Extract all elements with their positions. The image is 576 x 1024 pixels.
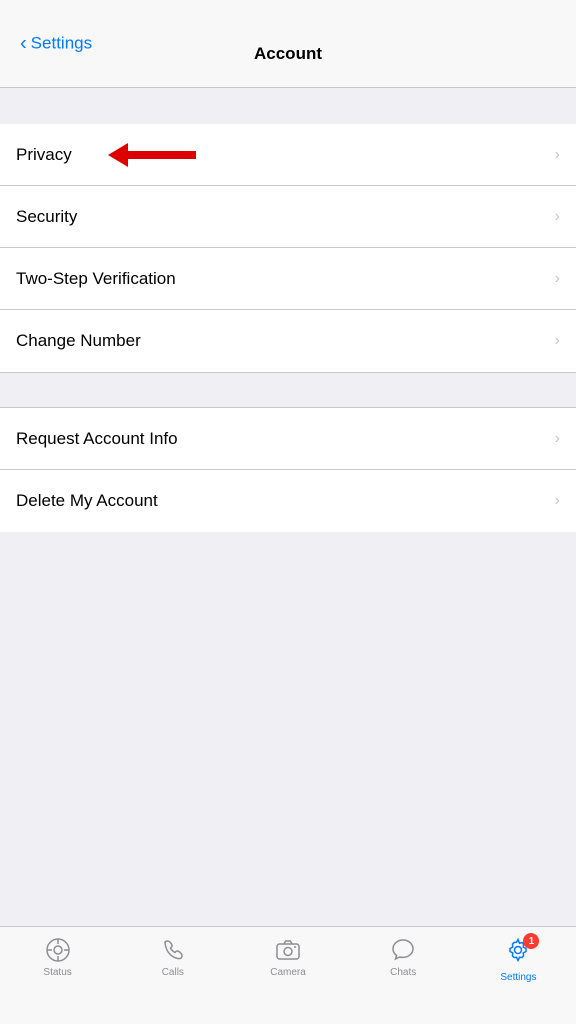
two-step-label: Two-Step Verification [16, 269, 176, 289]
chevron-right-icon: › [555, 270, 560, 288]
tab-bar: Status Calls Camera Chats 1 [0, 926, 576, 1024]
settings-badge: 1 [523, 933, 539, 949]
section-gap-top [0, 88, 576, 124]
tab-camera[interactable]: Camera [230, 937, 345, 978]
request-account-info-label: Request Account Info [16, 429, 178, 449]
back-button[interactable]: ‹ Settings [10, 24, 102, 63]
status-icon [45, 937, 71, 963]
chevron-right-icon: › [555, 492, 560, 510]
two-step-verification-row[interactable]: Two-Step Verification › [0, 248, 576, 310]
chevron-right-icon: › [555, 208, 560, 226]
security-label: Security [16, 207, 77, 227]
content-area: Privacy › Security › Two-Step Verificati… [0, 88, 576, 926]
page-title: Account [254, 44, 322, 64]
privacy-row[interactable]: Privacy › [0, 124, 576, 186]
settings-tab-label: Settings [500, 972, 536, 983]
back-label: Settings [31, 34, 92, 54]
chevron-right-icon: › [555, 332, 560, 350]
calls-tab-label: Calls [162, 967, 184, 978]
camera-icon [275, 937, 301, 963]
request-account-info-row[interactable]: Request Account Info › [0, 408, 576, 470]
section-2: Request Account Info › Delete My Account… [0, 408, 576, 532]
privacy-label: Privacy [16, 145, 72, 165]
chevron-right-icon: › [555, 430, 560, 448]
delete-account-label: Delete My Account [16, 491, 158, 511]
navigation-bar: ‹ Settings Account [0, 0, 576, 88]
change-number-label: Change Number [16, 331, 141, 351]
change-number-row[interactable]: Change Number › [0, 310, 576, 372]
chats-tab-label: Chats [390, 967, 416, 978]
chevron-right-icon: › [555, 146, 560, 164]
tab-chats[interactable]: Chats [346, 937, 461, 978]
tab-status[interactable]: Status [0, 937, 115, 978]
section-gap-middle [0, 372, 576, 408]
back-chevron-icon: ‹ [20, 32, 27, 55]
section-1: Privacy › Security › Two-Step Verificati… [0, 124, 576, 372]
red-arrow-annotation [108, 143, 196, 167]
camera-tab-label: Camera [270, 967, 306, 978]
calls-icon [160, 937, 186, 963]
delete-account-row[interactable]: Delete My Account › [0, 470, 576, 532]
tab-settings[interactable]: 1 Settings [461, 937, 576, 983]
settings-badge-container: 1 [505, 937, 531, 968]
security-row[interactable]: Security › [0, 186, 576, 248]
status-tab-label: Status [43, 967, 71, 978]
chats-icon [390, 937, 416, 963]
empty-space [0, 532, 576, 926]
tab-calls[interactable]: Calls [115, 937, 230, 978]
